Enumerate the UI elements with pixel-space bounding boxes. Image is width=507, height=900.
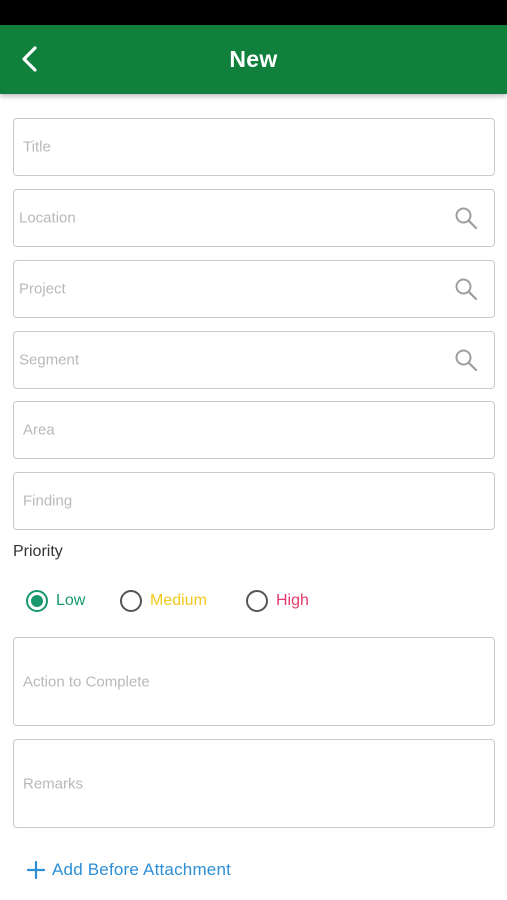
- search-icon[interactable]: [454, 277, 478, 301]
- add-before-attachment-button[interactable]: Add Before Attachment: [26, 856, 231, 884]
- action-to-complete-field[interactable]: Action to Complete: [13, 637, 495, 726]
- location-placeholder: Location: [19, 209, 76, 227]
- segment-placeholder: Segment: [19, 351, 80, 369]
- remarks-field[interactable]: Remarks: [13, 739, 495, 828]
- location-field[interactable]: Location: [13, 189, 495, 247]
- area-field[interactable]: Area: [13, 401, 495, 459]
- priority-label: Priority: [13, 543, 63, 560]
- priority-medium-label: Medium: [150, 592, 207, 609]
- title-placeholder: Title: [23, 138, 51, 156]
- radio-unchecked-icon: [246, 590, 268, 612]
- plus-icon: [26, 860, 46, 880]
- priority-low-label: Low: [56, 592, 86, 609]
- project-placeholder: Project: [19, 280, 66, 298]
- page-title: New: [229, 46, 278, 72]
- search-icon[interactable]: [454, 206, 478, 230]
- add-before-attachment-label: Add Before Attachment: [52, 860, 232, 879]
- project-field[interactable]: Project: [13, 260, 495, 318]
- status-bar: [0, 0, 507, 25]
- radio-unchecked-icon: [120, 590, 142, 612]
- area-placeholder: Area: [23, 421, 55, 439]
- app-bar: New: [0, 25, 507, 94]
- back-button[interactable]: [10, 37, 50, 81]
- remarks-placeholder: Remarks: [23, 775, 84, 792]
- chevron-left-icon: [22, 46, 37, 72]
- radio-checked-icon: [26, 590, 48, 612]
- priority-medium-radio[interactable]: Medium: [120, 588, 207, 614]
- priority-high-radio[interactable]: High: [246, 588, 309, 614]
- segment-field[interactable]: Segment: [13, 331, 495, 389]
- priority-low-radio[interactable]: Low: [26, 588, 85, 614]
- action-placeholder: Action to Complete: [23, 673, 150, 690]
- title-field[interactable]: Title: [13, 118, 495, 176]
- priority-high-label: High: [276, 592, 309, 609]
- search-icon[interactable]: [454, 348, 478, 372]
- finding-field[interactable]: Finding: [13, 472, 495, 530]
- finding-placeholder: Finding: [23, 492, 73, 510]
